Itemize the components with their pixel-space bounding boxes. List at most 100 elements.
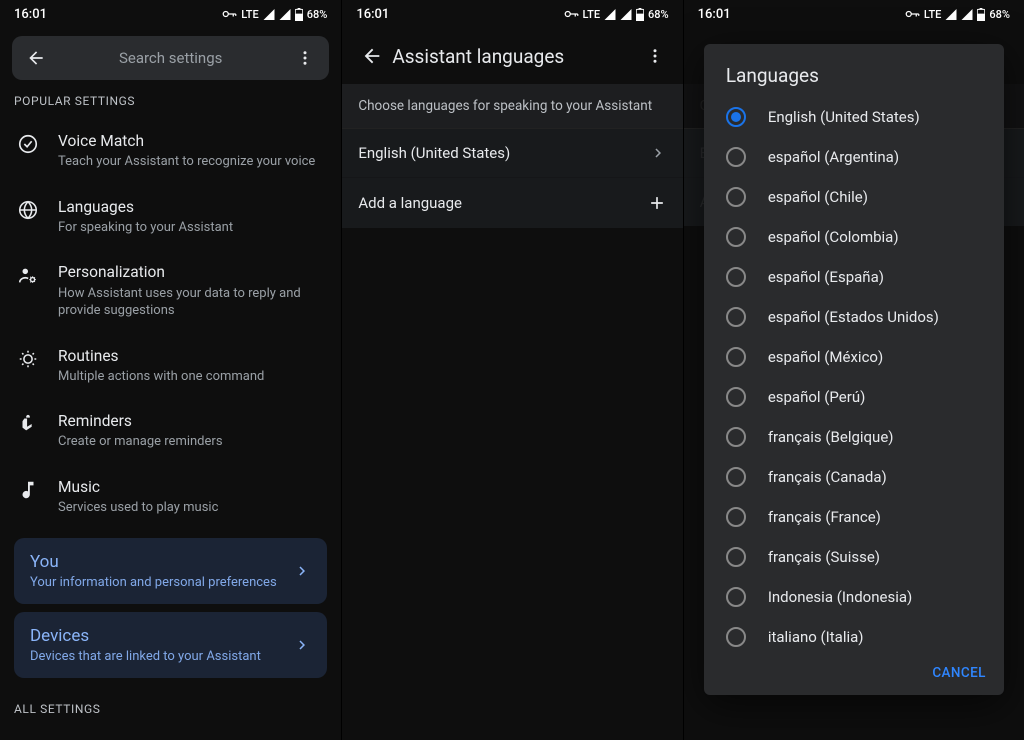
language-option-label: English (United States): [768, 108, 920, 126]
setting-sub: For speaking to your Assistant: [58, 219, 233, 237]
signal-icon: [604, 9, 616, 20]
card-devices[interactable]: Devices Devices that are linked to your …: [14, 612, 327, 678]
language-option-label: español (México): [768, 348, 883, 366]
dialog-title: Languages: [704, 64, 1004, 97]
status-time: 16:01: [14, 7, 47, 22]
status-battery: 68%: [307, 8, 328, 21]
current-language-row[interactable]: English (United States): [342, 129, 682, 178]
battery-icon: [295, 8, 303, 21]
languages-subtitle: Choose languages for speaking to your As…: [342, 84, 682, 128]
language-option-label: Indonesia (Indonesia): [768, 588, 912, 606]
chevron-right-icon: [649, 144, 667, 162]
radio-icon: [726, 347, 746, 367]
setting-title: Personalization: [58, 262, 325, 282]
search-settings-bar[interactable]: Search settings: [12, 36, 329, 80]
language-option[interactable]: Indonesia (Indonesia): [704, 577, 1004, 617]
signal-icon: [263, 9, 275, 20]
status-lte: LTE: [241, 8, 259, 21]
radio-icon: [726, 587, 746, 607]
back-icon[interactable]: [20, 48, 52, 68]
radio-icon: [726, 507, 746, 527]
language-option[interactable]: español (Perú): [704, 377, 1004, 417]
language-option[interactable]: español (Chile): [704, 177, 1004, 217]
screen-assistant-settings: 16:01 LTE 68% Search settings POPULAR SE…: [0, 0, 341, 740]
screen-language-dialog: 16:01 LTE 68% C E A: [683, 0, 1024, 740]
music-icon: [16, 477, 40, 501]
setting-voice-match[interactable]: Voice Match Teach your Assistant to reco…: [0, 118, 341, 184]
language-option-label: español (Estados Unidos): [768, 308, 939, 326]
person-gear-icon: [16, 262, 40, 286]
language-option-label: français (Canada): [768, 468, 887, 486]
language-option[interactable]: français (Belgique): [704, 417, 1004, 457]
language-option[interactable]: español (Colombia): [704, 217, 1004, 257]
radio-icon: [726, 187, 746, 207]
popular-settings-label: POPULAR SETTINGS: [0, 94, 341, 118]
language-option[interactable]: français (Suisse): [704, 537, 1004, 577]
setting-routines[interactable]: Routines Multiple actions with one comma…: [0, 333, 341, 399]
signal-icon-2: [279, 9, 291, 20]
language-option-label: español (Chile): [768, 188, 868, 206]
setting-sub: Teach your Assistant to recognize your v…: [58, 153, 315, 171]
status-time: 16:01: [356, 7, 389, 22]
language-option[interactable]: français (Canada): [704, 457, 1004, 497]
battery-icon: [636, 8, 644, 21]
language-option[interactable]: español (México): [704, 337, 1004, 377]
card-sub: Your information and personal preference…: [30, 575, 293, 590]
radio-icon: [726, 107, 746, 127]
add-language-row[interactable]: Add a language: [342, 178, 682, 228]
setting-reminders[interactable]: Reminders Create or manage reminders: [0, 398, 341, 464]
page-title: Assistant languages: [392, 45, 636, 68]
routines-icon: [16, 346, 40, 370]
setting-sub: How Assistant uses your data to reply an…: [58, 285, 325, 320]
language-option-label: español (Argentina): [768, 148, 899, 166]
plus-icon: [647, 193, 667, 213]
card-title: Devices: [30, 626, 293, 646]
status-bar: 16:01 LTE 68%: [0, 0, 341, 28]
radio-icon: [726, 307, 746, 327]
vpn-key-icon: [564, 9, 579, 19]
chevron-right-icon: [293, 562, 311, 580]
all-settings-label: ALL SETTINGS: [0, 686, 341, 716]
language-option[interactable]: español (España): [704, 257, 1004, 297]
app-bar: Assistant languages: [342, 28, 682, 84]
language-option[interactable]: français (France): [704, 497, 1004, 537]
language-option[interactable]: italiano (Italia): [704, 617, 1004, 657]
voice-match-icon: [16, 131, 40, 155]
language-dialog: Languages English (United States) español…: [704, 44, 1004, 695]
dialog-option-list[interactable]: English (United States) español (Argentin…: [704, 97, 1004, 657]
setting-music[interactable]: Music Services used to play music: [0, 464, 341, 530]
setting-title: Music: [58, 477, 218, 497]
setting-personalization[interactable]: Personalization How Assistant uses your …: [0, 249, 341, 332]
card-title: You: [30, 552, 293, 572]
add-language-label: Add a language: [358, 194, 646, 212]
language-option[interactable]: español (Argentina): [704, 137, 1004, 177]
language-option-label: français (France): [768, 508, 881, 526]
more-icon[interactable]: [289, 49, 321, 67]
radio-icon: [726, 387, 746, 407]
status-lte: LTE: [583, 8, 601, 21]
radio-icon: [726, 467, 746, 487]
language-option[interactable]: español (Estados Unidos): [704, 297, 1004, 337]
cancel-button[interactable]: CANCEL: [932, 665, 985, 681]
radio-icon: [726, 427, 746, 447]
setting-sub: Create or manage reminders: [58, 433, 223, 451]
language-option-label: español (Colombia): [768, 228, 899, 246]
setting-languages[interactable]: Languages For speaking to your Assistant: [0, 184, 341, 250]
setting-title: Reminders: [58, 411, 223, 431]
language-option-label: français (Suisse): [768, 548, 880, 566]
current-language-label: English (United States): [358, 144, 648, 162]
setting-title: Languages: [58, 197, 233, 217]
language-option-label: español (España): [768, 268, 884, 286]
dialog-backdrop[interactable]: Languages English (United States) español…: [684, 0, 1024, 740]
language-option[interactable]: English (United States): [704, 97, 1004, 137]
card-you[interactable]: You Your information and personal prefer…: [14, 538, 327, 604]
globe-icon: [16, 197, 40, 221]
language-option-label: italiano (Italia): [768, 628, 864, 646]
language-option-label: español (Perú): [768, 388, 866, 406]
more-icon[interactable]: [637, 47, 673, 65]
setting-sub: Services used to play music: [58, 499, 218, 517]
search-placeholder: Search settings: [52, 49, 289, 67]
card-sub: Devices that are linked to your Assistan…: [30, 649, 293, 664]
vpn-key-icon: [222, 9, 237, 19]
back-button[interactable]: [352, 45, 392, 67]
